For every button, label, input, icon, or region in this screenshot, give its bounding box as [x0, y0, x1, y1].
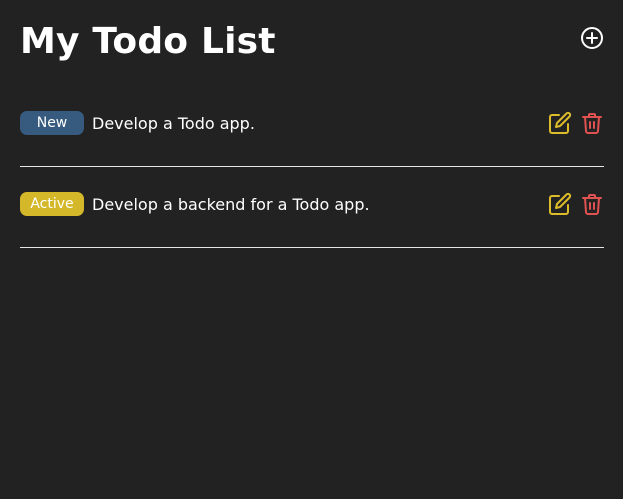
delete-button[interactable]	[580, 192, 604, 216]
edit-button[interactable]	[548, 111, 572, 135]
delete-button[interactable]	[580, 111, 604, 135]
todo-text: Develop a Todo app.	[92, 113, 255, 133]
status-badge: New	[20, 111, 84, 135]
page-title: My Todo List	[20, 21, 276, 62]
todo-list: New Develop a Todo app. Active Develop a…	[20, 86, 604, 248]
todo-content: Active Develop a backend for a Todo app.	[20, 192, 370, 216]
edit-icon	[549, 192, 572, 215]
edit-button[interactable]	[548, 192, 572, 216]
plus-circle-icon	[581, 27, 603, 49]
add-todo-button[interactable]	[580, 26, 604, 50]
todo-text: Develop a backend for a Todo app.	[92, 194, 370, 214]
todo-actions	[548, 191, 604, 217]
header: My Todo List	[20, 0, 604, 86]
todo-item: Active Develop a backend for a Todo app.	[20, 167, 604, 248]
todo-item: New Develop a Todo app.	[20, 86, 604, 167]
edit-icon	[549, 111, 572, 134]
todo-actions	[548, 110, 604, 136]
todo-content: New Develop a Todo app.	[20, 111, 255, 135]
trash-icon	[582, 113, 602, 134]
status-badge: Active	[20, 192, 84, 216]
todo-app: My Todo List New Develop a Todo app. Act…	[20, 0, 604, 248]
trash-icon	[582, 194, 602, 215]
